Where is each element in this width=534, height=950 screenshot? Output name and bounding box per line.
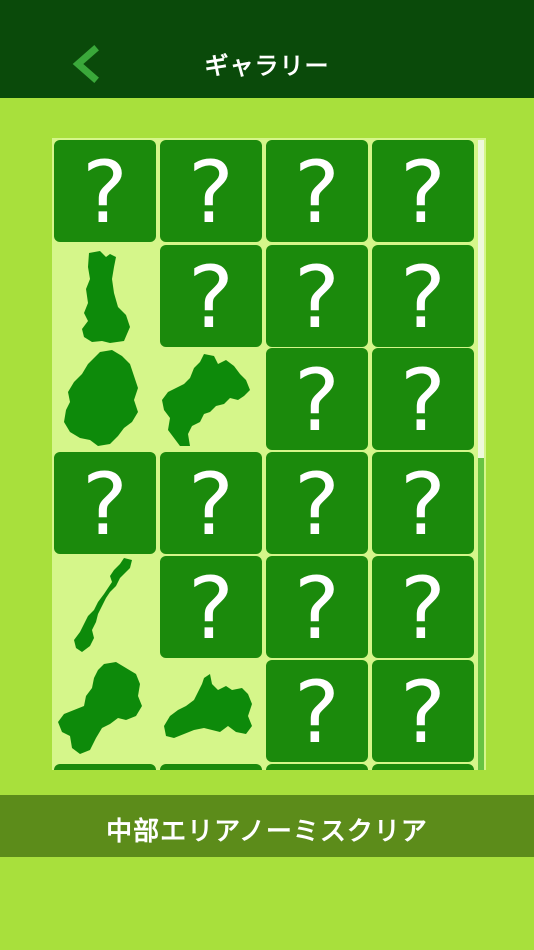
prefecture-tile-gunma[interactable] bbox=[160, 348, 262, 450]
question-mark-icon: ? bbox=[400, 248, 446, 347]
gallery-grid[interactable]: ? ? ? ? ? ? ? ? ? ? ? ? ? ? ? ? ? ? bbox=[52, 138, 486, 770]
locked-tile[interactable] bbox=[372, 764, 474, 770]
locked-tile[interactable]: ? bbox=[266, 348, 368, 450]
question-mark-icon: ? bbox=[400, 559, 446, 658]
prefecture-tile-shizuoka[interactable] bbox=[160, 660, 262, 762]
gunma-shape-icon bbox=[162, 354, 250, 446]
question-mark-icon: ? bbox=[294, 559, 340, 658]
status-text: 中部エリアノーミスクリア bbox=[106, 817, 428, 847]
question-mark-icon: ? bbox=[82, 455, 128, 554]
tottori-shape-icon bbox=[82, 251, 130, 343]
tochigi-shape-icon bbox=[64, 350, 138, 446]
locked-tile[interactable]: ? bbox=[266, 660, 368, 762]
locked-tile[interactable] bbox=[160, 764, 262, 770]
locked-tile[interactable]: ? bbox=[372, 140, 474, 242]
question-mark-icon: ? bbox=[294, 455, 340, 554]
locked-tile[interactable]: ? bbox=[266, 556, 368, 658]
locked-tile[interactable]: ? bbox=[372, 556, 474, 658]
locked-tile[interactable]: ? bbox=[372, 245, 474, 347]
question-mark-icon: ? bbox=[188, 559, 234, 658]
locked-tile[interactable]: ? bbox=[372, 348, 474, 450]
prefecture-tile-tottori[interactable] bbox=[54, 245, 156, 347]
locked-tile[interactable]: ? bbox=[372, 660, 474, 762]
locked-tile[interactable]: ? bbox=[266, 140, 368, 242]
locked-tile[interactable]: ? bbox=[266, 452, 368, 554]
prefecture-tile-gifu[interactable] bbox=[54, 660, 156, 762]
gifu-shape-icon bbox=[58, 662, 142, 754]
locked-tile[interactable]: ? bbox=[160, 245, 262, 347]
question-mark-icon: ? bbox=[294, 663, 340, 762]
question-mark-icon: ? bbox=[400, 455, 446, 554]
question-mark-icon: ? bbox=[188, 455, 234, 554]
locked-tile[interactable]: ? bbox=[372, 452, 474, 554]
locked-tile[interactable] bbox=[54, 764, 156, 770]
question-mark-icon: ? bbox=[82, 143, 128, 242]
locked-tile[interactable]: ? bbox=[54, 452, 156, 554]
question-mark-icon: ? bbox=[294, 248, 340, 347]
question-mark-icon: ? bbox=[294, 143, 340, 242]
app-header: ギャラリー bbox=[0, 0, 534, 98]
locked-tile[interactable] bbox=[266, 764, 368, 770]
question-mark-icon: ? bbox=[400, 663, 446, 762]
locked-tile[interactable]: ? bbox=[160, 452, 262, 554]
prefecture-tile-ishikawa[interactable] bbox=[54, 556, 156, 658]
question-mark-icon: ? bbox=[188, 248, 234, 347]
locked-tile[interactable]: ? bbox=[54, 140, 156, 242]
question-mark-icon: ? bbox=[294, 351, 340, 450]
locked-tile[interactable]: ? bbox=[160, 140, 262, 242]
scrollbar-thumb[interactable] bbox=[478, 140, 484, 458]
shizuoka-shape-icon bbox=[164, 674, 252, 738]
locked-tile[interactable]: ? bbox=[266, 245, 368, 347]
ishikawa-shape-icon bbox=[74, 558, 132, 652]
question-mark-icon: ? bbox=[188, 143, 234, 242]
question-mark-icon: ? bbox=[400, 351, 446, 450]
page-title: ギャラリー bbox=[204, 52, 330, 80]
locked-tile[interactable]: ? bbox=[160, 556, 262, 658]
prefecture-tile-tochigi[interactable] bbox=[54, 348, 156, 450]
question-mark-icon: ? bbox=[400, 143, 446, 242]
